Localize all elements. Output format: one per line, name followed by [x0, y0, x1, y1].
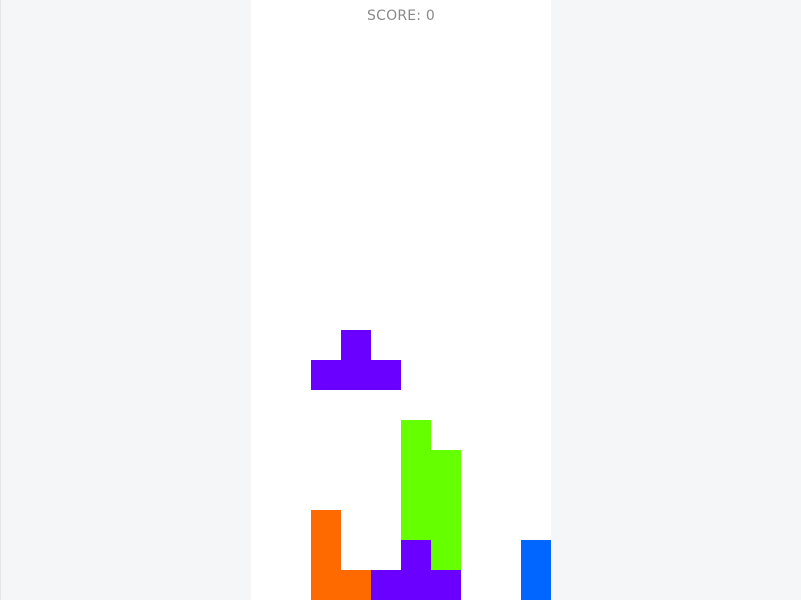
stacked-block-t [401, 570, 431, 600]
stacked-block-l [311, 570, 341, 600]
stacked-block-s [431, 480, 461, 510]
stacked-block-s [431, 510, 461, 540]
stacked-block-s [401, 480, 431, 510]
stacked-block-t [431, 570, 461, 600]
active-piece-block [371, 360, 401, 390]
stacked-block-l [311, 510, 341, 540]
stacked-block-s [431, 540, 461, 570]
active-piece-block [311, 360, 341, 390]
stacked-block-l [311, 540, 341, 570]
active-piece-block [341, 330, 371, 360]
game-board[interactable]: SCORE: 0 [251, 0, 551, 600]
stacked-block-s [401, 510, 431, 540]
page-border [0, 0, 1, 600]
stacked-block-s [401, 420, 431, 450]
stacked-block-l [341, 570, 371, 600]
score-label: SCORE: 0 [367, 8, 435, 24]
stacked-block-t [371, 570, 401, 600]
stacked-block-s [401, 450, 431, 480]
stacked-block-s [431, 450, 461, 480]
stacked-block-j [521, 540, 551, 570]
stacked-block-j [521, 570, 551, 600]
active-piece-block [341, 360, 371, 390]
stacked-block-t [401, 540, 431, 570]
